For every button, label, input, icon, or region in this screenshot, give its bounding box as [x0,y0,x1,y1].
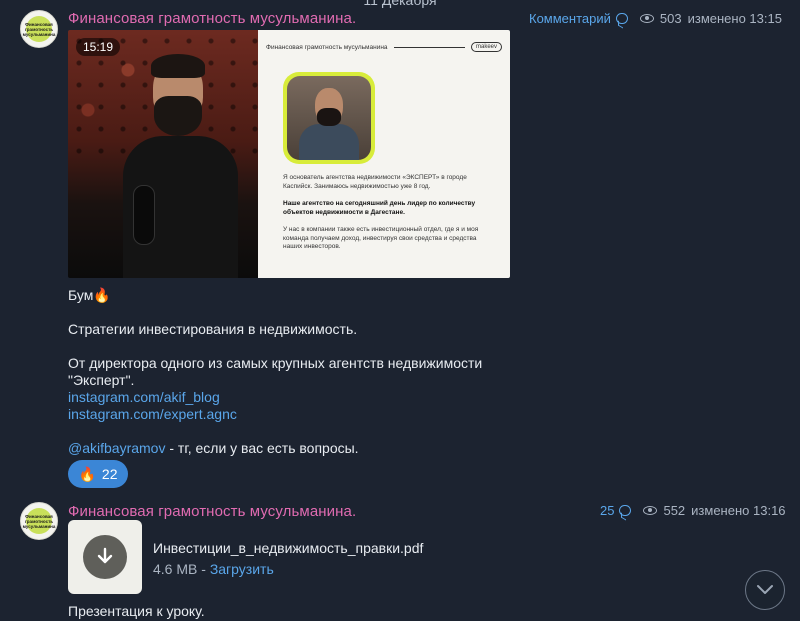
post-meta: 25 552 изменено 13:16 [600,503,786,518]
slide-photo [283,72,375,164]
comments-label[interactable]: Комментарий [529,11,611,26]
date-separator: 11 Декабря [363,0,437,8]
comment-icon [619,505,632,516]
comments-link[interactable]: 25 [600,503,632,518]
post-text-line: Бум🔥 [68,287,111,303]
post-meta: Комментарий 503 изменено 13:15 [529,11,782,26]
post-caption: Презентация к уроку. [68,603,205,619]
avatar-logo: Финансовая грамотность мусульманина [23,508,55,534]
slide-paragraph-2: Наше агентство на сегодняшний день лидер… [283,200,476,216]
reaction-count: 22 [101,466,118,482]
channel-name[interactable]: Финансовая грамотность мусульманина. [68,10,356,27]
video-player[interactable]: 15:19 Финансовая грамотность мусульманин… [68,30,510,278]
chevron-down-icon [757,585,773,594]
channel-avatar[interactable]: Финансовая грамотность мусульманина [20,10,58,48]
comment-icon [615,13,628,24]
views-icon [643,506,658,515]
slide-tag: makeev [470,42,502,52]
file-separator: - [197,561,210,577]
slide-paragraph-1: Я основатель агентства недвижимости «ЭКС… [283,174,467,190]
video-frame-speaker: 15:19 [68,30,258,278]
comments-count[interactable]: 25 [600,503,614,518]
views-count: 503 [659,11,682,26]
comments-link[interactable]: Комментарий [529,11,628,26]
download-link[interactable]: Загрузить [210,561,274,577]
file-thumbnail[interactable] [68,520,142,594]
instagram-link-2[interactable]: instagram.com/expert.agnc [68,406,237,423]
post-text-line: "Эксперт". [68,372,135,388]
post-text-line: От директора одного из самых крупных аге… [68,355,483,371]
microphone [133,185,155,245]
slide-header: Финансовая грамотность мусульманина make… [266,42,502,52]
file-name[interactable]: Инвестиции_в_недвижимость_правки.pdf [153,540,423,556]
slide-header-title: Финансовая грамотность мусульманина [266,43,388,51]
mention-link[interactable]: @akifbayramov [68,440,165,456]
edited-time: изменено 13:16 [691,503,786,518]
mention-line: @akifbayramov - тг, если у вас есть вопр… [68,440,359,457]
download-icon [83,535,127,579]
post-text-line: Стратегии инвестирования в недвижимость. [68,321,358,337]
video-duration: 15:19 [76,38,121,56]
file-size: 4.6 MB [153,561,198,577]
channel-name[interactable]: Финансовая грамотность мусульманина. [68,503,356,520]
slide-paragraph-3: У нас в компании также есть инвестиционн… [283,226,479,250]
video-slide: Финансовая грамотность мусульманина make… [258,30,510,278]
channel-avatar[interactable]: Финансовая грамотность мусульманина [20,502,58,540]
instagram-link-1[interactable]: instagram.com/akif_blog [68,389,220,406]
mention-tail: - тг, если у вас есть вопросы. [165,440,359,456]
edited-time: изменено 13:15 [687,11,782,26]
file-info: 4.6 MB - Загрузить [153,561,274,577]
scroll-down-button[interactable] [745,570,785,610]
views-count: 552 [663,503,686,518]
avatar-logo: Финансовая грамотность мусульманина [23,16,55,42]
reaction-button[interactable]: 🔥 22 [68,460,128,488]
fire-icon: 🔥 [78,465,96,482]
views-icon [639,14,654,23]
speaker-figure [118,50,238,278]
